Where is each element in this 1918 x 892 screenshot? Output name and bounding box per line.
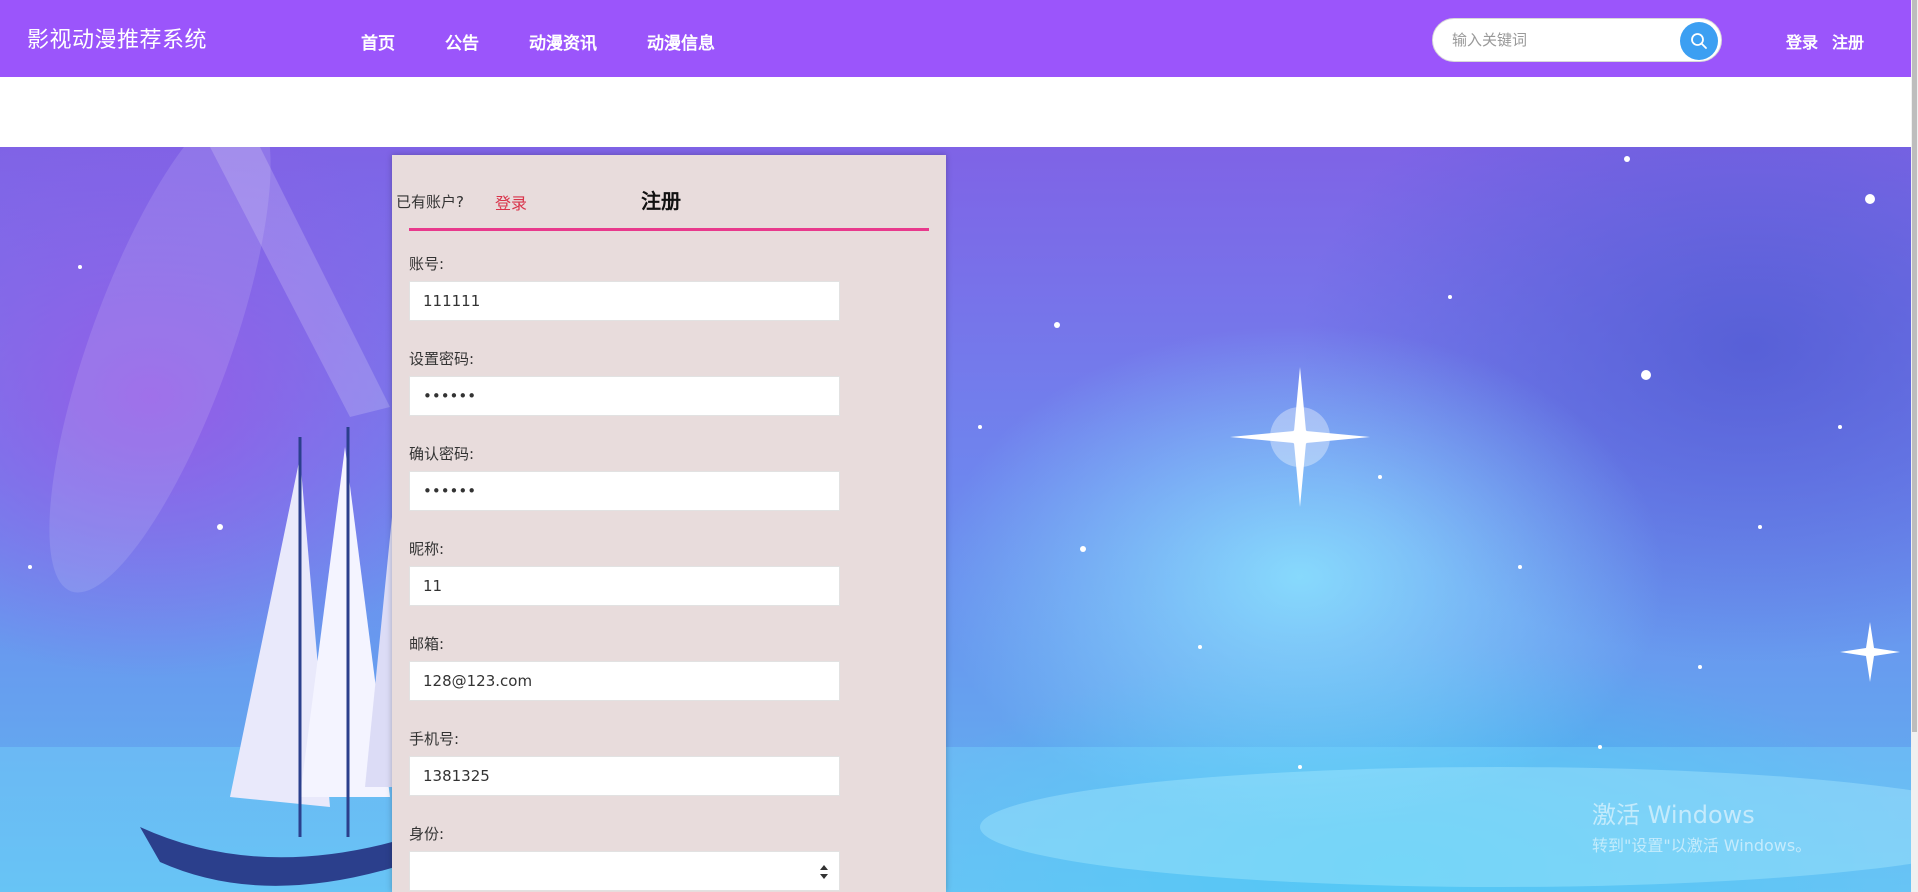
register-panel: 已有账户? 登录 注册 账号: 设置密码: 确认密码: 昵称: 邮箱: 手机号:… — [392, 155, 946, 892]
search-input[interactable] — [1450, 29, 1670, 51]
has-account-text: 已有账户? — [396, 193, 464, 211]
phone-input[interactable] — [409, 756, 840, 796]
page-scrollbar[interactable] — [1911, 0, 1918, 892]
account-label: 账号: — [409, 255, 445, 273]
password-label: 设置密码: — [409, 350, 475, 368]
nav-announcements[interactable]: 公告 — [445, 29, 479, 54]
register-title: 注册 — [641, 189, 681, 213]
search-button[interactable] — [1680, 22, 1718, 60]
top-navigation-bar: 影视动漫推荐系统 首页 公告 动漫资讯 动漫信息 登录 注册 — [0, 0, 1911, 77]
header-login-link[interactable]: 登录 — [1786, 29, 1818, 53]
nav-anime-news[interactable]: 动漫资讯 — [529, 29, 597, 54]
identity-select[interactable] — [409, 851, 840, 891]
phone-label: 手机号: — [409, 730, 460, 748]
select-arrows-icon — [820, 865, 828, 879]
confirm-password-input[interactable] — [409, 471, 840, 511]
main-nav: 首页 公告 动漫资讯 动漫信息 — [361, 29, 765, 54]
identity-label: 身份: — [409, 825, 445, 843]
account-input[interactable] — [409, 281, 840, 321]
auth-links: 登录 注册 — [1786, 29, 1864, 53]
night-sky-scene — [0, 147, 1911, 892]
watermark-line-2: 转到"设置"以激活 Windows。 — [1592, 836, 1812, 855]
header-spacer — [0, 77, 1911, 147]
email-input[interactable] — [409, 661, 840, 701]
nav-home[interactable]: 首页 — [361, 29, 395, 54]
search-icon — [1691, 33, 1707, 49]
watermark-line-1: 激活 Windows — [1592, 801, 1755, 829]
scrollbar-thumb[interactable] — [1912, 0, 1917, 732]
search-box — [1432, 18, 1722, 62]
nickname-label: 昵称: — [409, 540, 445, 558]
bright-star-icon — [1230, 367, 1370, 507]
login-link[interactable]: 登录 — [495, 190, 527, 214]
nickname-input[interactable] — [409, 566, 840, 606]
header-register-link[interactable]: 注册 — [1832, 29, 1864, 53]
password-input[interactable] — [409, 376, 840, 416]
nav-anime-info[interactable]: 动漫信息 — [647, 29, 715, 54]
register-panel-header: 已有账户? 登录 注册 — [396, 187, 929, 231]
confirm-password-label: 确认密码: — [409, 445, 475, 463]
windows-activation-watermark: 激活 Windows 转到"设置"以激活 Windows。 — [1592, 795, 1811, 856]
background-illustration: 激活 Windows 转到"设置"以激活 Windows。 — [0, 147, 1911, 892]
site-brand[interactable]: 影视动漫推荐系统 — [27, 22, 207, 54]
email-label: 邮箱: — [409, 635, 445, 653]
